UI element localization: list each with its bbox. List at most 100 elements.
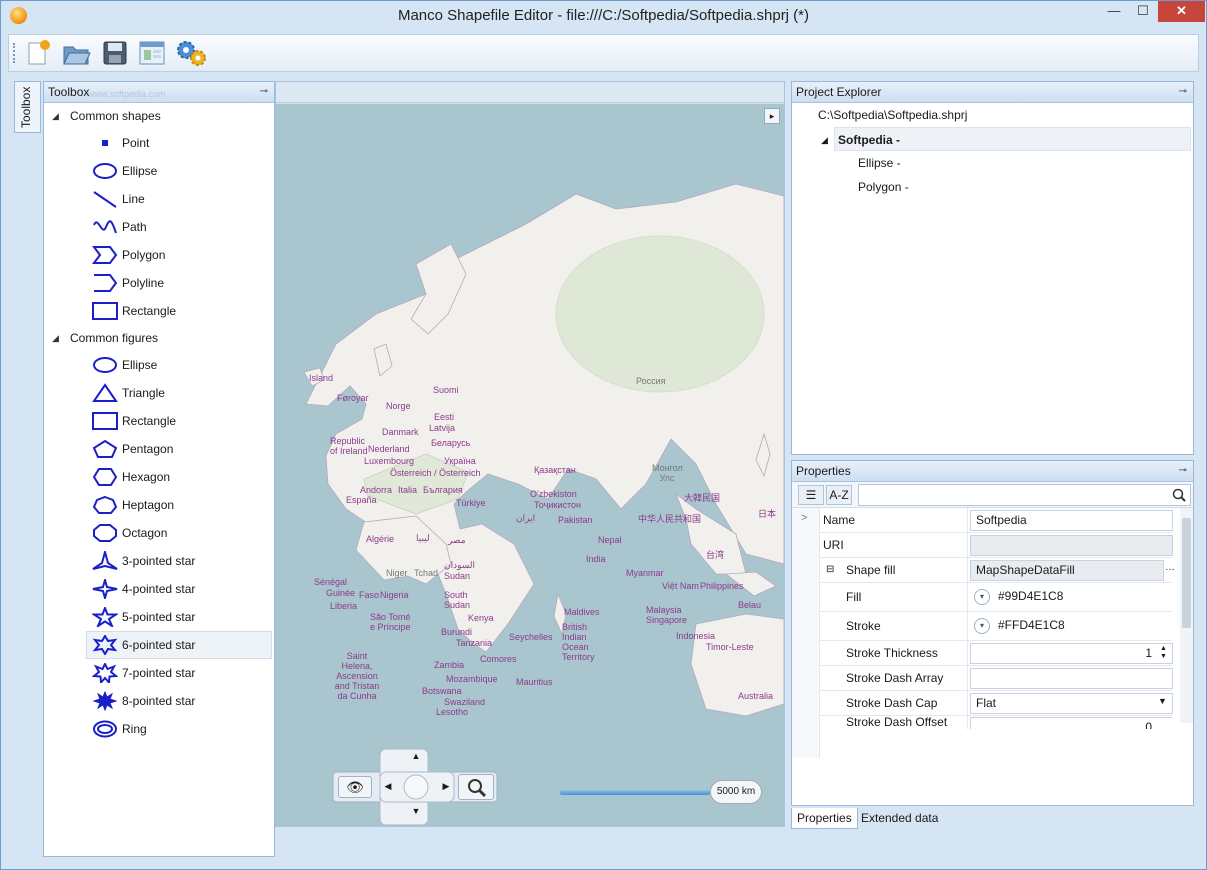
- group-common-figures[interactable]: ◢ Common figures: [44, 325, 274, 351]
- chevron-down-icon[interactable]: ▼: [1158, 696, 1167, 706]
- stroke-color-text: #FFD4E1C8: [998, 618, 1065, 632]
- prop-row-stroke-thickness[interactable]: Stroke Thickness 1 ▲ ▼: [820, 641, 1173, 666]
- property-scrollbar[interactable]: [1180, 508, 1193, 723]
- chevron-down-icon[interactable]: ▾: [974, 589, 990, 605]
- map-label: Malaysia: [646, 605, 682, 615]
- pan-down-icon[interactable]: ▼: [408, 806, 424, 822]
- figure-hexagon[interactable]: Hexagon: [44, 463, 274, 491]
- spin-arrows-icon[interactable]: ▲ ▼: [1160, 645, 1167, 661]
- maximize-button[interactable]: ☐: [1129, 1, 1157, 22]
- map-options-button[interactable]: ▸: [764, 108, 780, 124]
- map-document: ▸ Island Føroyar Norge Suomi Eesti Latvi…: [275, 81, 785, 827]
- prop-uri-input[interactable]: [970, 535, 1173, 556]
- stroke-dash-offset-stepper[interactable]: 0: [970, 717, 1172, 729]
- stroke-dash-array-input[interactable]: [970, 668, 1173, 689]
- zoom-icon[interactable]: [458, 774, 494, 800]
- new-icon[interactable]: [23, 38, 53, 68]
- tree-root[interactable]: C:\Softpedia\Softpedia.shprj: [792, 103, 1193, 127]
- pin-icon[interactable]: ⊸: [260, 82, 268, 102]
- map-label: مصر: [448, 535, 466, 545]
- prop-row-shape-fill[interactable]: Shape fill ⊟ MapShapeDataFill…: [820, 558, 1175, 583]
- collapse-icon[interactable]: ◢: [821, 128, 828, 152]
- properties-tab-strip: Properties Extended data: [791, 808, 1194, 830]
- figure-6-pointed-star[interactable]: 6-pointed star: [86, 631, 272, 659]
- tool-label: 6-pointed star: [122, 638, 196, 652]
- figure-heptagon[interactable]: Heptagon: [44, 491, 274, 519]
- map-label: Nederland: [368, 444, 410, 454]
- open-icon[interactable]: [61, 38, 91, 68]
- minimize-button[interactable]: —: [1100, 1, 1128, 22]
- 6-pointed-star-icon: [92, 635, 118, 655]
- figure-ellipse[interactable]: Ellipse: [44, 351, 274, 379]
- figure-8-pointed-star[interactable]: 8-pointed star: [44, 687, 274, 715]
- settings-icon[interactable]: [175, 38, 206, 68]
- tool-label: Line: [122, 192, 145, 206]
- figure-3-pointed-star[interactable]: 3-pointed star: [44, 547, 274, 575]
- sort-alpha-button[interactable]: A-Z: [826, 485, 852, 505]
- scrollbar-thumb[interactable]: [1182, 518, 1191, 628]
- pan-up-icon[interactable]: ▲: [408, 751, 424, 767]
- tree-item-polygon[interactable]: Polygon -: [792, 175, 1193, 199]
- tool-polyline[interactable]: Polyline: [44, 269, 274, 297]
- pan-left-icon[interactable]: ◀: [382, 781, 394, 795]
- map-label: São Tomé e Príncipe: [370, 612, 411, 632]
- figure-ring[interactable]: Ring: [44, 715, 274, 743]
- pin-icon[interactable]: ⊸: [1179, 82, 1187, 102]
- prop-row-stroke-dash-array[interactable]: Stroke Dash Array: [820, 666, 1173, 691]
- eye-icon[interactable]: 👁: [338, 776, 372, 798]
- tool-ellipse[interactable]: Ellipse: [44, 157, 274, 185]
- chevron-down-icon[interactable]: ▾: [974, 618, 990, 634]
- map-settings-icon[interactable]: [137, 38, 167, 68]
- map-label: Eesti: [434, 412, 455, 422]
- prop-row-stroke-dash-offset[interactable]: Stroke Dash Offset 0: [820, 716, 1172, 729]
- figure-triangle[interactable]: Triangle: [44, 379, 274, 407]
- prop-stroke-value[interactable]: ▾ #FFD4E1C8: [970, 616, 1173, 637]
- prop-name-input[interactable]: Softpedia: [970, 510, 1173, 531]
- tool-polygon[interactable]: Polygon: [44, 241, 274, 269]
- prop-row-stroke-dash-cap[interactable]: Stroke Dash Cap Flat ▼: [820, 691, 1173, 716]
- tool-line[interactable]: Line: [44, 185, 274, 213]
- figure-4-pointed-star[interactable]: 4-pointed star: [44, 575, 274, 603]
- save-icon[interactable]: [100, 38, 130, 68]
- prop-row-fill[interactable]: Fill ▾ #99D4E1C8: [820, 583, 1173, 612]
- prop-fill-value[interactable]: ▾ #99D4E1C8: [970, 587, 1173, 608]
- collapse-icon[interactable]: ◢: [52, 103, 59, 129]
- pan-right-icon[interactable]: ▶: [440, 781, 452, 795]
- categorized-icon[interactable]: ☰: [798, 485, 824, 505]
- polyline-icon: [94, 274, 118, 292]
- property-search-input[interactable]: [858, 484, 1191, 506]
- tool-rectangle[interactable]: Rectangle: [44, 297, 274, 325]
- pin-icon[interactable]: ⊸: [1179, 461, 1187, 481]
- figure-7-pointed-star[interactable]: 7-pointed star: [44, 659, 274, 687]
- tool-label: 4-pointed star: [122, 582, 196, 596]
- tree-item-ellipse[interactable]: Ellipse -: [792, 151, 1193, 175]
- collapse-icon[interactable]: ◢: [52, 325, 59, 351]
- tool-label: 7-pointed star: [122, 666, 196, 680]
- stroke-dash-cap-select[interactable]: Flat: [970, 693, 1173, 714]
- map-label: Suomi: [433, 385, 459, 395]
- close-button[interactable]: ✕: [1158, 1, 1205, 22]
- figure-5-pointed-star[interactable]: 5-pointed star: [44, 603, 274, 631]
- ellipsis-button[interactable]: …: [1165, 562, 1175, 573]
- prop-shape-fill-value[interactable]: MapShapeDataFill: [970, 560, 1164, 581]
- prop-row-uri[interactable]: URI: [820, 533, 1173, 558]
- tab-properties[interactable]: Properties: [791, 808, 858, 829]
- map-view[interactable]: ▸ Island Føroyar Norge Suomi Eesti Latvi…: [276, 104, 784, 826]
- stroke-thickness-stepper[interactable]: 1: [970, 643, 1173, 664]
- toolbar-grip[interactable]: [13, 43, 16, 63]
- map-label: Nepal: [598, 535, 622, 545]
- figure-rectangle[interactable]: Rectangle: [44, 407, 274, 435]
- map-label: Italia: [398, 485, 418, 495]
- tree-layer-softpedia[interactable]: ◢ Softpedia -: [821, 127, 1191, 151]
- group-common-shapes[interactable]: ◢ Common shapes: [44, 103, 274, 129]
- toolbox-side-tab[interactable]: Toolbox: [14, 81, 41, 133]
- collapse-icon[interactable]: ⊟: [826, 564, 834, 575]
- prop-row-stroke[interactable]: Stroke ▾ #FFD4E1C8: [820, 612, 1173, 641]
- tool-label: Rectangle: [122, 414, 177, 428]
- figure-octagon[interactable]: Octagon: [44, 519, 274, 547]
- tool-point[interactable]: Point: [44, 129, 274, 157]
- prop-row-name[interactable]: Name Softpedia: [820, 508, 1173, 533]
- tab-extended-data[interactable]: Extended data: [856, 808, 943, 829]
- figure-pentagon[interactable]: Pentagon: [44, 435, 274, 463]
- tool-path[interactable]: Path: [44, 213, 274, 241]
